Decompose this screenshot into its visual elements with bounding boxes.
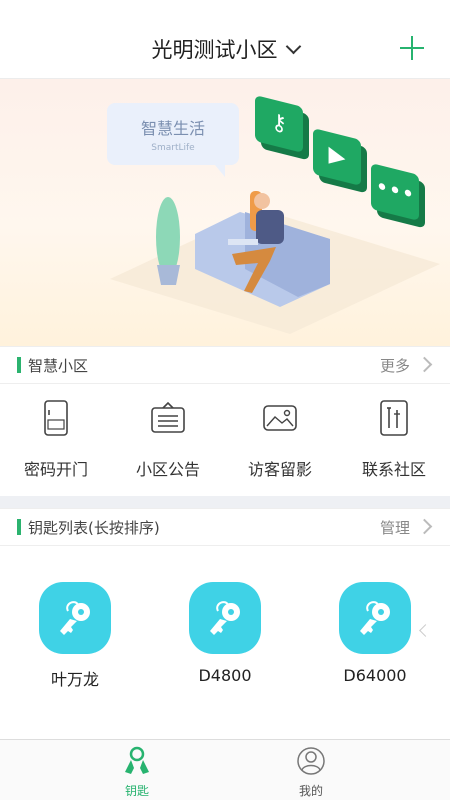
chevron-right-icon[interactable]	[416, 518, 433, 535]
more-link[interactable]: 更多	[380, 355, 410, 376]
community-selector[interactable]: 光明测试小区	[0, 34, 450, 64]
key-list-header: 钥匙列表(长按排序) 管理	[0, 508, 450, 546]
feature-visitor-photo[interactable]: 访客留影	[224, 400, 336, 490]
chevron-right-icon[interactable]	[416, 356, 433, 373]
key-name: D4800	[198, 666, 252, 685]
visitor-photo-icon	[263, 405, 297, 431]
plus-icon[interactable]	[400, 36, 424, 60]
feature-contact-community[interactable]: 联系社区	[338, 400, 450, 490]
password-door-icon	[44, 400, 68, 436]
section-title: 智慧小区	[28, 357, 89, 375]
key-name: D64000	[343, 666, 407, 685]
key-name: 叶万龙	[50, 670, 99, 689]
smart-community-header: 智慧小区 更多	[0, 346, 450, 384]
section-accent-bar	[17, 357, 21, 373]
section-divider	[0, 496, 450, 508]
feature-announcement[interactable]: 小区公告	[112, 400, 224, 490]
feature-label: 小区公告	[135, 460, 200, 479]
user-tab-icon	[297, 747, 325, 775]
tab-label: 我的	[298, 784, 323, 798]
key-item[interactable]: D64000	[320, 582, 430, 685]
tab-mine[interactable]: 我的	[266, 746, 356, 799]
banner-illustration: 智慧生活 SmartLife ⚷ ▶ •••	[0, 79, 450, 346]
feature-password-door[interactable]: 密码开门	[0, 400, 112, 490]
key-icon	[339, 582, 411, 654]
key-icon	[39, 582, 111, 654]
person-on-sofa-illustration	[110, 191, 440, 334]
community-title: 光明测试小区	[151, 38, 278, 62]
contact-community-icon	[380, 400, 408, 436]
chevron-down-icon	[285, 38, 301, 55]
top-bar: 光明测试小区	[0, 0, 450, 79]
key-item[interactable]: 叶万龙	[20, 582, 130, 690]
bottom-tab-bar: 钥匙 我的	[0, 739, 450, 800]
feature-label: 联系社区	[361, 460, 426, 479]
tab-keys[interactable]: 钥匙	[92, 746, 182, 799]
section-title: 钥匙列表(长按排序)	[28, 519, 160, 537]
announcement-icon	[151, 401, 185, 433]
tab-label: 钥匙	[124, 784, 149, 798]
key-tab-icon	[125, 746, 149, 774]
feature-label: 访客留影	[247, 460, 312, 479]
key-item[interactable]: D4800	[170, 582, 280, 685]
manage-link[interactable]: 管理	[380, 517, 410, 538]
feature-label: 密码开门	[23, 460, 88, 479]
section-accent-bar	[17, 519, 21, 535]
key-icon	[189, 582, 261, 654]
